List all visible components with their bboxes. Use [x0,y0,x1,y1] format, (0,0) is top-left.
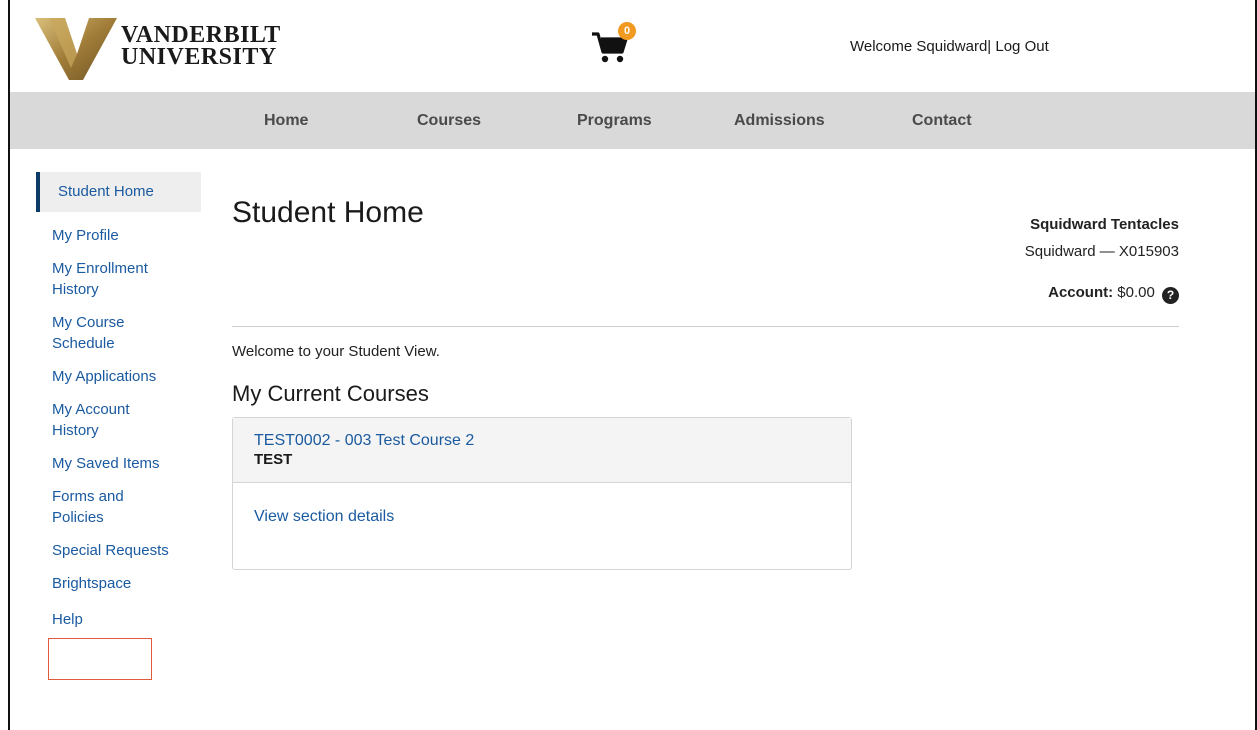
logo-line-2: UNIVERSITY [121,44,277,70]
student-profile-summary: Squidward Tentacles Squidward — X015903 … [1025,216,1179,304]
course-card: TEST0002 - 003 Test Course 2 TEST View s… [232,417,852,570]
sidebar-item-special-requests[interactable]: Special Requests [36,540,206,561]
vanderbilt-logo[interactable]: VANDERBILT UNIVERSITY [35,18,305,80]
divider [232,326,1179,327]
account-value: $0.00 [1117,284,1155,301]
sidebar: Student Home My Profile My Enrollment Hi… [36,172,206,630]
page-title: Student Home [232,196,424,229]
student-name: Squidward Tentacles [1030,216,1179,233]
brightspace-highlight-box [48,638,152,680]
student-id: Squidward — X015903 [1024,243,1179,260]
sidebar-item-student-home[interactable]: Student Home [36,172,201,212]
nav-home[interactable]: Home [264,112,308,130]
question-circle-icon[interactable]: ? [1162,287,1179,304]
course-card-body: View section details [233,483,851,526]
vanderbilt-v-icon [35,18,117,80]
cart-count-badge: 0 [618,22,636,40]
sidebar-item-enrollment-history[interactable]: My Enrollment History [36,258,176,300]
sidebar-item-course-schedule[interactable]: My Course Schedule [36,312,166,354]
account-label: Account: [1048,284,1114,301]
main-nav: Home Courses Programs Admissions Contact [10,92,1255,149]
account-balance: Account: $0.00 ? [1048,284,1179,304]
sidebar-item-saved-items[interactable]: My Saved Items [36,453,206,474]
course-card-header: TEST0002 - 003 Test Course 2 TEST [233,418,851,483]
logo-wordmark: VANDERBILT UNIVERSITY [121,22,281,70]
sidebar-item-forms-policies[interactable]: Forms and Policies [36,486,146,528]
sidebar-item-brightspace[interactable]: Brightspace [36,573,206,594]
view-section-details-link[interactable]: View section details [254,508,394,525]
welcome-text: Welcome Squidward [850,38,988,55]
logout-link[interactable]: Log Out [995,38,1048,55]
sidebar-item-help[interactable]: Help [36,609,206,630]
cart-button[interactable]: 0 [590,22,640,66]
nav-admissions[interactable]: Admissions [734,112,825,130]
nav-programs[interactable]: Programs [577,112,652,130]
site-header: VANDERBILT UNIVERSITY 0 Welcome Squidwar… [10,0,1255,92]
nav-courses[interactable]: Courses [417,112,481,130]
current-courses-heading: My Current Courses [232,381,429,406]
greeting-separator: | [987,38,992,55]
nav-contact[interactable]: Contact [912,112,972,130]
sidebar-item-account-history[interactable]: My Account History [36,399,156,441]
course-title-link[interactable]: TEST0002 - 003 Test Course 2 [254,432,851,450]
course-subtitle: TEST [254,451,293,468]
sidebar-item-my-profile[interactable]: My Profile [36,225,206,246]
sidebar-item-applications[interactable]: My Applications [36,366,206,387]
logo-line-1: VANDERBILT [121,22,281,48]
welcome-message: Welcome to your Student View. [232,343,440,360]
user-greeting: Welcome Squidward| Log Out [850,38,1049,55]
